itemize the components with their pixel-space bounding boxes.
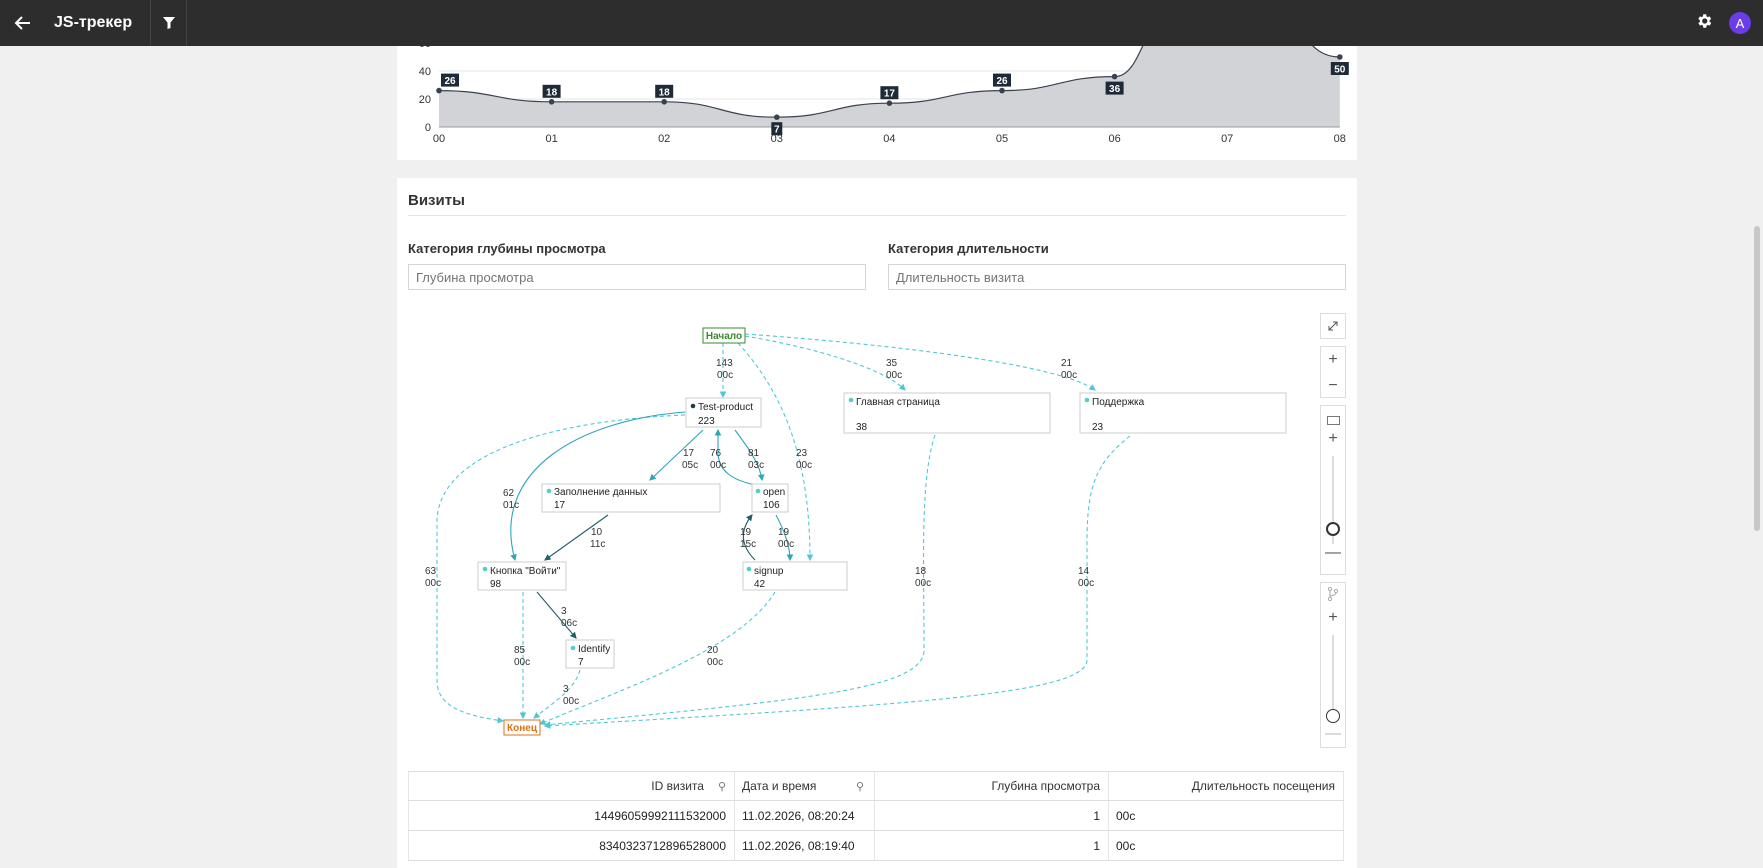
cell-date: 11.02.2026, 08:19:40 bbox=[735, 831, 875, 860]
x-tick-label: 02 bbox=[658, 133, 670, 145]
slider-handle[interactable] bbox=[1326, 709, 1340, 723]
search-icon[interactable]: ⚲ bbox=[718, 780, 726, 793]
column-header-duration[interactable]: Длительность посещения bbox=[1109, 772, 1344, 800]
x-tick-label: 01 bbox=[545, 133, 557, 145]
data-label: 18 bbox=[659, 87, 671, 98]
table-row[interactable]: 14496059992111532000 11.02.2026, 08:20:2… bbox=[408, 801, 1344, 831]
data-point bbox=[1111, 73, 1118, 80]
data-point bbox=[548, 99, 555, 105]
box-icon bbox=[1327, 416, 1340, 425]
cell-date: 11.02.2026, 08:20:24 bbox=[735, 801, 875, 830]
zoom-group: + − bbox=[1320, 346, 1346, 398]
data-point bbox=[436, 87, 442, 94]
column-header-id[interactable]: ID визита ⚲ bbox=[408, 772, 735, 800]
column-header-depth[interactable]: Глубина просмотра bbox=[875, 772, 1109, 800]
table-row[interactable]: 8340323712896528000 11.02.2026, 08:19:40… bbox=[408, 831, 1344, 861]
cell-depth: 1 bbox=[875, 831, 1109, 860]
visits-card: Визиты Категория глубины просмотра Катег… bbox=[397, 178, 1357, 868]
app-title: JS-трекер bbox=[54, 0, 152, 46]
slider-track[interactable] bbox=[1332, 635, 1334, 713]
filter-icon[interactable] bbox=[151, 0, 188, 46]
area-chart: 0204060000102030405060708261818717263650 bbox=[419, 46, 1349, 145]
visits-table: ID визита ⚲ Дата и время ⚲ Глубина просмот… bbox=[408, 771, 1344, 861]
data-label: 18 bbox=[546, 87, 558, 98]
zoom-out-icon[interactable]: − bbox=[1321, 373, 1345, 399]
back-arrow-icon[interactable] bbox=[0, 0, 46, 46]
increase-icon[interactable]: + bbox=[1321, 609, 1345, 631]
data-label: 26 bbox=[996, 76, 1008, 87]
scrollbar-thumb[interactable] bbox=[1754, 226, 1760, 531]
data-label: 26 bbox=[444, 76, 456, 87]
duration-category-label: Категория длительности bbox=[888, 241, 1049, 256]
depth-category-input[interactable] bbox=[408, 264, 866, 290]
cell-depth: 1 bbox=[875, 801, 1109, 830]
column-header-date[interactable]: Дата и время ⚲ bbox=[735, 772, 875, 800]
fullscreen-icon[interactable] bbox=[1320, 313, 1346, 339]
avatar[interactable]: A bbox=[1729, 12, 1751, 34]
divider bbox=[408, 215, 1346, 216]
x-tick-label: 04 bbox=[883, 133, 895, 145]
table-header: ID визита ⚲ Дата и время ⚲ Глубина просмот… bbox=[408, 772, 1344, 801]
cell-id: 8340323712896528000 bbox=[408, 831, 735, 860]
y-tick-label: 20 bbox=[419, 94, 431, 106]
cell-id: 14496059992111532000 bbox=[408, 801, 735, 830]
data-label: 7 bbox=[774, 125, 780, 136]
app-header: JS-трекер A bbox=[0, 0, 1763, 46]
slider-handle[interactable] bbox=[1326, 522, 1340, 536]
x-tick-label: 00 bbox=[433, 133, 445, 145]
depth-slider-group: + — bbox=[1320, 582, 1346, 748]
cell-duration: 00с bbox=[1109, 831, 1344, 860]
x-tick-label: 08 bbox=[1334, 133, 1346, 145]
data-label: 50 bbox=[1334, 65, 1346, 76]
decrease-icon[interactable]: — bbox=[1321, 725, 1345, 745]
data-point bbox=[774, 114, 780, 120]
data-label: 17 bbox=[884, 89, 896, 100]
data-point bbox=[661, 99, 667, 105]
branch-icon bbox=[1321, 586, 1345, 605]
cell-duration: 00с bbox=[1109, 801, 1344, 830]
section-title: Визиты bbox=[408, 192, 465, 209]
depth-category-label: Категория глубины просмотра bbox=[408, 241, 606, 256]
visits-chart-card: 0204060000102030405060708261818717263650 bbox=[397, 46, 1357, 160]
data-label: 36 bbox=[1109, 84, 1121, 95]
x-tick-label: 05 bbox=[996, 133, 1008, 145]
zoom-in-icon[interactable]: + bbox=[1321, 347, 1345, 373]
data-point bbox=[886, 100, 893, 106]
y-tick-label: 0 bbox=[425, 122, 431, 134]
data-point bbox=[1337, 54, 1343, 60]
x-tick-label: 06 bbox=[1108, 133, 1120, 145]
width-slider-group: + — bbox=[1320, 405, 1346, 575]
y-tick-label: 60 bbox=[419, 46, 431, 50]
search-icon[interactable]: ⚲ bbox=[856, 780, 864, 793]
x-tick-label: 07 bbox=[1221, 133, 1233, 145]
page-scrollbar[interactable] bbox=[1751, 46, 1763, 863]
y-tick-label: 40 bbox=[419, 66, 431, 78]
decrease-icon[interactable]: — bbox=[1321, 544, 1345, 566]
data-point bbox=[999, 87, 1005, 94]
duration-category-input[interactable] bbox=[888, 264, 1346, 290]
gear-icon[interactable] bbox=[1695, 12, 1713, 35]
increase-icon[interactable]: + bbox=[1321, 430, 1345, 452]
